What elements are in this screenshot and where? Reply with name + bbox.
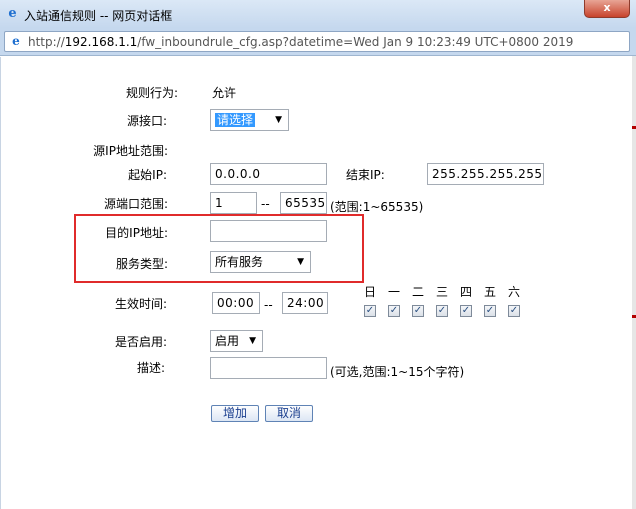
checkmark-icon: ✓ [461, 305, 471, 316]
day-checkbox-sat[interactable]: ✓ [508, 305, 520, 317]
day-checkbox-tue[interactable]: ✓ [412, 305, 424, 317]
chevron-down-icon: ▼ [297, 257, 304, 267]
description-hint: (可选,范围:1~15个字符) [330, 365, 465, 379]
time-end-input[interactable]: 24:00 [282, 292, 328, 314]
day-label-thu: 四 [459, 285, 472, 299]
source-interface-label: 源接口: [126, 114, 167, 128]
day-label-mon: 一 [387, 285, 400, 299]
enabled-label: 是否启用: [114, 335, 167, 349]
day-label-wed: 三 [435, 285, 448, 299]
checkmark-icon: ✓ [437, 305, 447, 316]
source-port-end-input[interactable]: 65535 [280, 192, 327, 214]
day-label-fri: 五 [483, 285, 496, 299]
background-mark [632, 126, 636, 129]
day-checkbox-mon[interactable]: ✓ [388, 305, 400, 317]
source-port-hint: (范围:1~65535) [330, 200, 424, 214]
enabled-select[interactable]: 启用 ▼ [210, 330, 263, 352]
end-ip-input[interactable]: 255.255.255.255 [427, 163, 544, 185]
close-button[interactable]: x [584, 0, 630, 18]
checkmark-icon: ✓ [509, 305, 519, 316]
dialog-content [0, 57, 636, 509]
start-ip-label: 起始IP: [128, 168, 167, 182]
day-checkbox-fri[interactable]: ✓ [484, 305, 496, 317]
source-interface-select[interactable]: 请选择 ▼ [210, 109, 289, 131]
rule-action-value: 允许 [212, 86, 237, 100]
description-label: 描述: [136, 361, 165, 375]
source-ip-range-label: 源IP地址范围: [93, 144, 168, 158]
source-port-start-input[interactable]: 1 [210, 192, 257, 214]
time-range-dash: -- [264, 298, 273, 312]
end-ip-label: 结束IP: [346, 168, 385, 182]
service-type-value: 所有服务 [215, 255, 264, 269]
address-field[interactable]: e http://192.168.1.1/fw_inboundrule_cfg.… [4, 31, 630, 52]
url-host: 192.168.1.1 [64, 35, 138, 49]
address-bar: e http://192.168.1.1/fw_inboundrule_cfg.… [0, 28, 636, 56]
background-mark [632, 315, 636, 318]
checkmark-icon: ✓ [389, 305, 399, 316]
checkmark-icon: ✓ [413, 305, 423, 316]
start-ip-input[interactable]: 0.0.0.0 [210, 163, 327, 185]
effective-time-label: 生效时间: [114, 297, 167, 311]
time-start-input[interactable]: 00:00 [212, 292, 260, 314]
source-interface-value: 请选择 [215, 113, 256, 127]
background-strip [632, 56, 636, 509]
dest-ip-input[interactable] [210, 220, 327, 242]
description-input[interactable] [210, 357, 327, 379]
enabled-value: 启用 [215, 334, 240, 348]
day-checkbox-sun[interactable]: ✓ [364, 305, 376, 317]
dest-ip-label: 目的IP地址: [105, 226, 168, 240]
port-range-dash: -- [261, 197, 270, 211]
checkmark-icon: ✓ [365, 305, 375, 316]
day-checkbox-wed[interactable]: ✓ [436, 305, 448, 317]
day-label-sun: 日 [363, 285, 376, 299]
day-label-sat: 六 [507, 285, 520, 299]
checkmark-icon: ✓ [485, 305, 495, 316]
title-bar: e 入站通信规则 -- 网页对话框 x [0, 0, 636, 28]
chevron-down-icon: ▼ [275, 115, 282, 125]
day-checkbox-thu[interactable]: ✓ [460, 305, 472, 317]
ie-icon: e [8, 6, 17, 21]
cancel-button[interactable]: 取消 [265, 405, 313, 422]
add-button[interactable]: 增加 [211, 405, 259, 422]
source-port-range-label: 源端口范围: [103, 197, 168, 211]
day-label-tue: 二 [411, 285, 424, 299]
service-type-select[interactable]: 所有服务 ▼ [210, 251, 311, 273]
page-icon: e [12, 34, 20, 48]
rule-action-label: 规则行为: [125, 86, 178, 100]
service-type-label: 服务类型: [115, 257, 168, 271]
url-text: http://192.168.1.1/fw_inboundrule_cfg.as… [28, 35, 574, 49]
chevron-down-icon: ▼ [249, 336, 256, 346]
window-title: 入站通信规则 -- 网页对话框 [24, 9, 173, 23]
